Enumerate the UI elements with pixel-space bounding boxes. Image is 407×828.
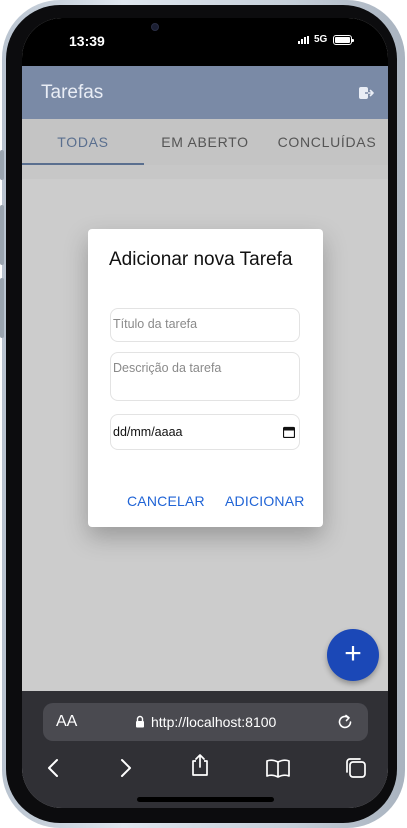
logout-icon[interactable]	[358, 85, 374, 101]
home-indicator	[137, 797, 274, 802]
browser-toolbar: AA http://localhost:8100	[22, 691, 388, 808]
phone-screen: 13:39 5G Tarefas TODAS EM ABERTO CONCLUÍ…	[22, 18, 388, 808]
book-icon[interactable]	[265, 755, 291, 781]
app-header: Tarefas	[22, 66, 388, 119]
lock-icon	[136, 715, 144, 728]
side-button-mute	[0, 150, 4, 180]
tabs-icon[interactable]	[343, 755, 369, 781]
browser-nav-row	[22, 752, 388, 785]
task-date-input[interactable]: dd/mm/aaaa	[110, 414, 300, 450]
url-text: http://localhost:8100	[151, 714, 277, 730]
battery-icon	[333, 35, 354, 45]
front-camera	[151, 23, 159, 31]
address-bar[interactable]: AA http://localhost:8100	[43, 703, 368, 741]
add-task-dialog: Adicionar nova Tarefa Título da tarefa D…	[88, 229, 323, 527]
cancel-button[interactable]: CANCELAR	[127, 493, 205, 509]
add-task-fab[interactable]: +	[327, 629, 379, 681]
tab-todas[interactable]: TODAS	[22, 119, 144, 165]
date-value: dd/mm/aaaa	[113, 425, 183, 439]
task-description-input[interactable]: Descrição da tarefa	[110, 352, 300, 401]
tab-bar: TODAS EM ABERTO CONCLUÍDAS	[22, 119, 388, 165]
tab-em-aberto[interactable]: EM ABERTO	[144, 119, 266, 165]
dialog-title: Adicionar nova Tarefa	[109, 249, 293, 270]
chevron-right-icon[interactable]	[112, 755, 138, 781]
task-title-input[interactable]: Título da tarefa	[110, 308, 300, 342]
share-icon[interactable]	[187, 752, 213, 778]
side-button-volume-down	[0, 278, 4, 338]
tab-concluidas[interactable]: CONCLUÍDAS	[266, 119, 388, 165]
text-size-button[interactable]: AA	[56, 713, 77, 731]
add-button[interactable]: ADICIONAR	[225, 493, 305, 509]
chevron-left-icon[interactable]	[41, 755, 67, 781]
network-label: 5G	[314, 34, 328, 45]
side-button-volume-up	[0, 205, 4, 265]
status-bar: 13:39 5G	[22, 18, 388, 66]
signal-icon	[298, 36, 309, 44]
calendar-icon[interactable]	[283, 426, 295, 438]
content-divider	[22, 165, 388, 179]
status-time: 13:39	[69, 33, 105, 49]
page-title: Tarefas	[41, 82, 104, 103]
reload-icon[interactable]	[336, 713, 354, 731]
